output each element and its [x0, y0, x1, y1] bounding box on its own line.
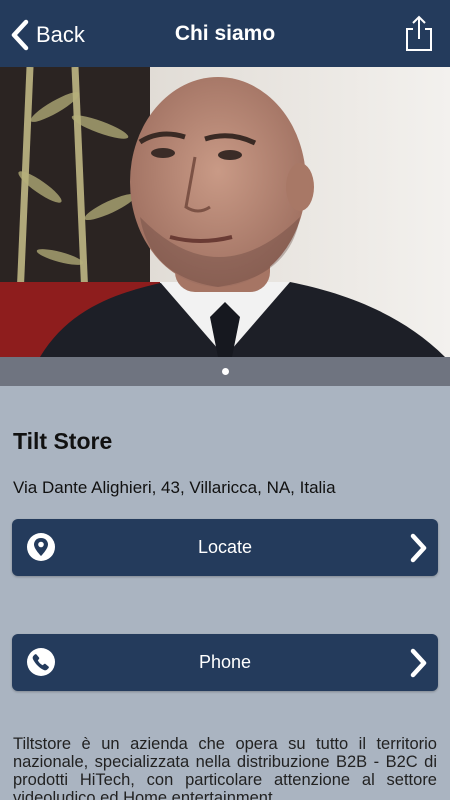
- content-area: Tilt Store Via Dante Alighieri, 43, Vill…: [0, 386, 450, 800]
- back-button[interactable]: Back: [10, 18, 85, 52]
- carousel-indicator: [0, 357, 450, 386]
- phone-button[interactable]: Phone: [12, 634, 438, 691]
- locate-button[interactable]: Locate: [12, 519, 438, 576]
- locate-label: Locate: [197, 537, 253, 557]
- phone-label: Phone: [198, 652, 252, 672]
- share-icon[interactable]: [404, 14, 434, 52]
- phone-icon: [27, 648, 55, 676]
- map-pin-icon: [27, 533, 55, 561]
- store-name: Tilt Store: [13, 428, 113, 454]
- profile-photo-illustration: [0, 67, 450, 357]
- chevron-right-icon: [410, 533, 427, 563]
- chevron-left-icon: [11, 19, 29, 51]
- carousel-dot-active[interactable]: [221, 368, 229, 375]
- back-label: Back: [36, 22, 85, 47]
- store-description: Tiltstore è un azienda che opera su tutt…: [13, 735, 437, 800]
- nav-bar: Back Chi siamo: [0, 0, 450, 67]
- chevron-right-icon: [410, 648, 427, 678]
- profile-photo: [0, 67, 450, 357]
- store-address: Via Dante Alighieri, 43, Villaricca, NA,…: [13, 478, 336, 497]
